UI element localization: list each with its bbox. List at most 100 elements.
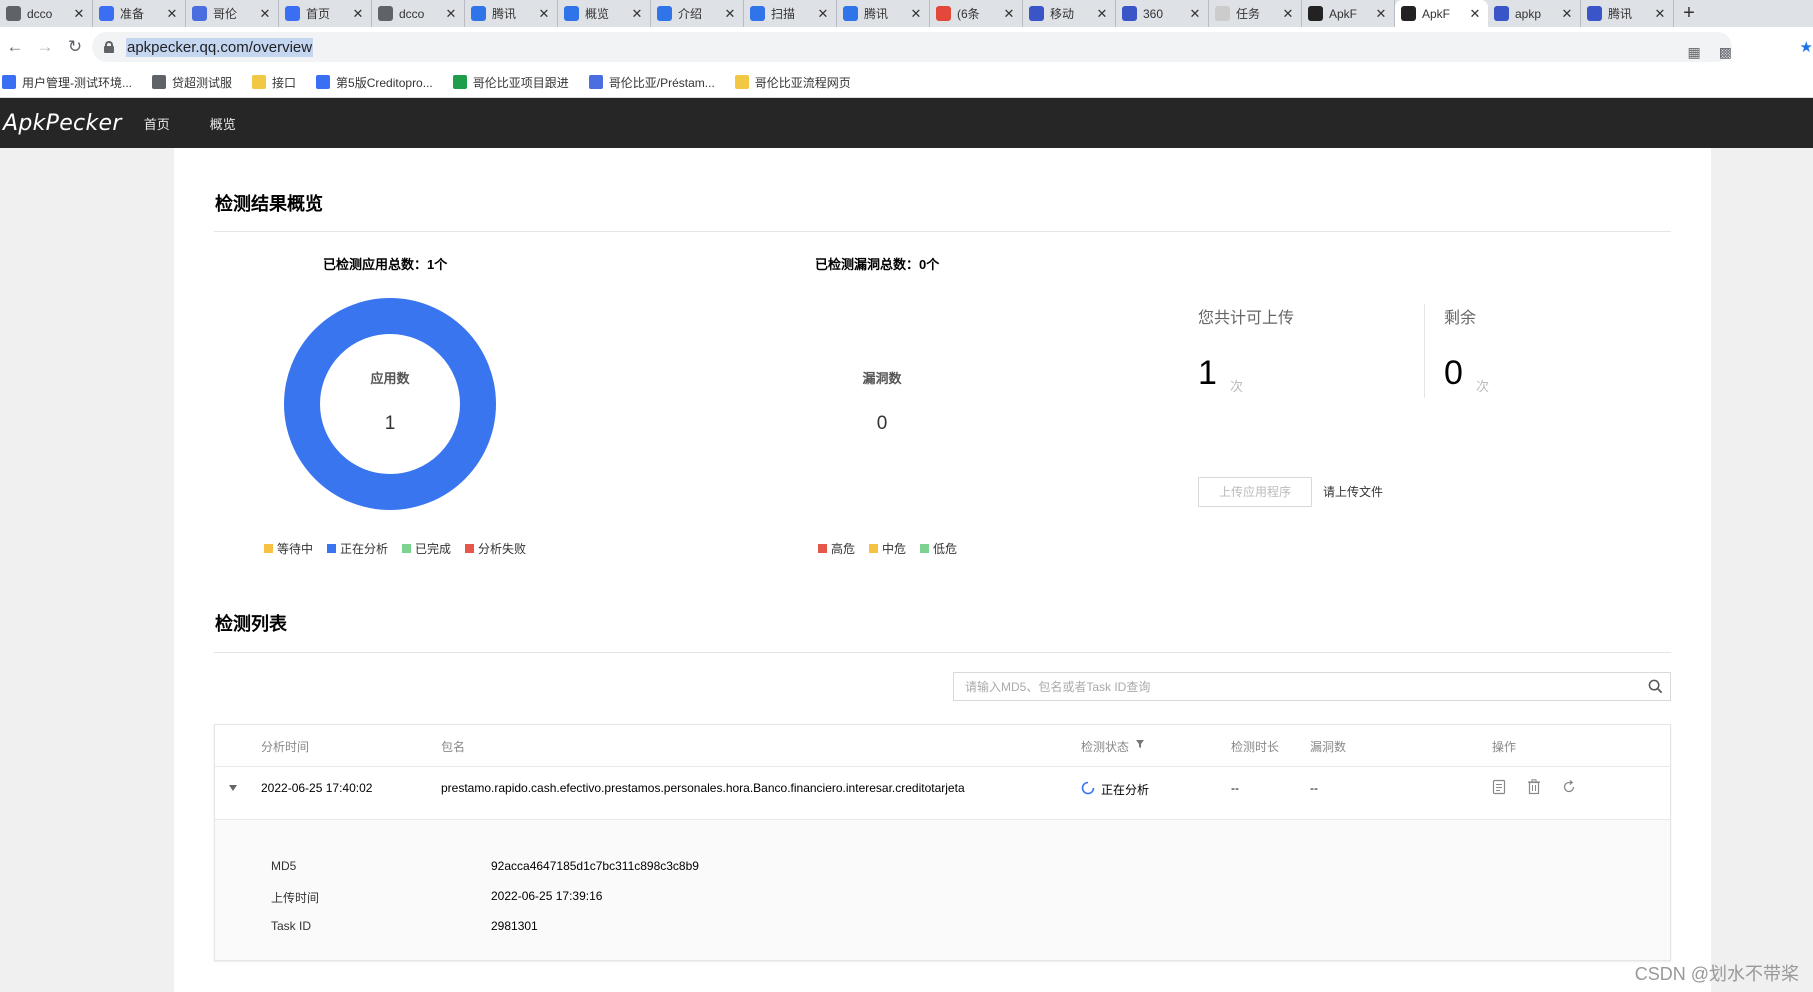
- tab-label: ApkF: [1422, 6, 1451, 21]
- browser-tab[interactable]: 腾讯 ✕: [837, 0, 930, 27]
- report-icon[interactable]: [1492, 779, 1506, 795]
- url-text[interactable]: apkpecker.qq.com/overview: [126, 37, 314, 57]
- apkpecker-logo[interactable]: ApkPecker: [3, 111, 122, 136]
- header-separator: [215, 766, 1670, 767]
- browser-tab[interactable]: 360 ✕: [1116, 0, 1209, 27]
- browser-tab[interactable]: dcco ✕: [372, 0, 465, 27]
- browser-tab[interactable]: ApkF ✕: [1302, 0, 1395, 27]
- browser-tab[interactable]: 腾讯 ✕: [1581, 0, 1674, 27]
- legend-item[interactable]: 已完成: [402, 540, 451, 557]
- legend-item[interactable]: 正在分析: [327, 540, 388, 557]
- upload-time-value: 2022-06-25 17:39:16: [491, 889, 603, 903]
- tab-label: dcco: [399, 6, 425, 21]
- row-detail-panel: [215, 820, 1670, 960]
- close-icon[interactable]: ✕: [909, 6, 923, 22]
- translate-icon[interactable]: ▩: [1719, 44, 1732, 61]
- close-icon[interactable]: ✕: [165, 6, 179, 22]
- quota-label: 您共计可上传: [1198, 310, 1295, 327]
- bookmark-label: 哥伦比亚/Préstam...: [608, 75, 715, 90]
- delete-icon[interactable]: [1527, 779, 1541, 795]
- reload-icon[interactable]: ↻: [60, 37, 90, 57]
- close-icon[interactable]: ✕: [1002, 6, 1016, 22]
- tab-label: 哥伦: [213, 7, 238, 21]
- legend-item[interactable]: 中危: [869, 540, 906, 557]
- search-box[interactable]: [953, 672, 1671, 701]
- browser-tab[interactable]: 概览 ✕: [558, 0, 651, 27]
- browser-toolbar: ← → ↻ apkpecker.qq.com/overview ▦ ▩ ★: [0, 27, 1813, 67]
- browser-tab[interactable]: 准备 ✕: [93, 0, 186, 27]
- close-icon[interactable]: ✕: [351, 6, 365, 22]
- browser-tab[interactable]: ApkF ✕: [1395, 0, 1488, 27]
- browser-tab[interactable]: 介绍 ✕: [651, 0, 744, 27]
- browser-tab[interactable]: 任务 ✕: [1209, 0, 1302, 27]
- legend-label: 已完成: [415, 542, 452, 556]
- bookmark-item[interactable]: 接口: [252, 74, 296, 91]
- close-icon[interactable]: ✕: [1095, 6, 1109, 22]
- close-icon[interactable]: ✕: [537, 6, 551, 22]
- browser-tab[interactable]: (6条 ✕: [930, 0, 1023, 27]
- bookmark-item[interactable]: 哥伦比亚流程网页: [734, 74, 851, 91]
- lock-icon[interactable]: [104, 41, 114, 53]
- bookmark-item[interactable]: 第5版Creditopro...: [316, 74, 433, 91]
- filter-icon[interactable]: [1135, 739, 1145, 749]
- legend-label: 等待中: [277, 542, 314, 556]
- tab-label: 首页: [306, 7, 331, 21]
- browser-tab[interactable]: 移动 ✕: [1023, 0, 1116, 27]
- address-bar[interactable]: apkpecker.qq.com/overview ▦ ▩: [92, 32, 1732, 62]
- bookmark-item[interactable]: 贷超测试服: [152, 74, 232, 91]
- close-icon[interactable]: ✕: [1653, 6, 1667, 22]
- tab-favicon-icon: [471, 6, 486, 21]
- close-icon[interactable]: ✕: [1560, 6, 1574, 22]
- bookmark-item[interactable]: 哥伦比亚项目跟进: [452, 74, 569, 91]
- bookmark-label: 第5版Creditopro...: [336, 75, 433, 90]
- nav-home[interactable]: 首页: [144, 114, 170, 133]
- bookmark-item[interactable]: 哥伦比亚/Préstam...: [588, 74, 715, 91]
- close-icon[interactable]: ✕: [816, 6, 830, 22]
- tab-favicon-icon: [1029, 6, 1044, 21]
- md5-value: 92acca4647185d1c7bc311c898c3c8b9: [491, 859, 699, 873]
- close-icon[interactable]: ✕: [1188, 6, 1202, 22]
- legend-swatch: [818, 544, 827, 553]
- upload-app-button[interactable]: 上传应用程序: [1198, 477, 1312, 507]
- legend-item[interactable]: 低危: [920, 540, 957, 557]
- browser-tab[interactable]: 哥伦 ✕: [186, 0, 279, 27]
- close-icon[interactable]: ✕: [1281, 6, 1295, 22]
- new-tab-button[interactable]: +: [1674, 0, 1704, 27]
- browser-tab[interactable]: 腾讯 ✕: [465, 0, 558, 27]
- close-icon[interactable]: ✕: [258, 6, 272, 22]
- search-icon[interactable]: [1648, 679, 1663, 694]
- search-input[interactable]: [954, 673, 1670, 700]
- row-vulns: --: [1310, 781, 1318, 795]
- tab-label: 腾讯: [864, 7, 889, 21]
- column-header-vulns: 漏洞数: [1310, 740, 1347, 754]
- back-icon[interactable]: ←: [0, 37, 30, 57]
- qr-code-icon[interactable]: ▦: [1688, 44, 1701, 61]
- caret-down-icon[interactable]: [228, 784, 238, 792]
- row-time: 2022-06-25 17:40:02: [261, 781, 373, 795]
- browser-tab[interactable]: 扫描 ✕: [744, 0, 837, 27]
- bookmark-star-icon[interactable]: ★: [1800, 38, 1813, 56]
- legend-item[interactable]: 分析失败: [465, 540, 526, 557]
- refresh-icon[interactable]: [1562, 780, 1576, 794]
- browser-tab[interactable]: 首页 ✕: [279, 0, 372, 27]
- close-icon[interactable]: ✕: [1374, 6, 1388, 22]
- legend-item[interactable]: 等待中: [264, 540, 313, 557]
- remain-unit: 次: [1476, 379, 1490, 394]
- close-icon[interactable]: ✕: [630, 6, 644, 22]
- tab-label: 移动: [1050, 7, 1075, 21]
- tab-label: 扫描: [771, 7, 796, 21]
- close-icon[interactable]: ✕: [444, 6, 458, 22]
- browser-tab[interactable]: apkp ✕: [1488, 0, 1581, 27]
- browser-tab[interactable]: dcco ✕: [0, 0, 93, 27]
- apps-count-value: 1: [384, 413, 396, 434]
- legend-item[interactable]: 高危: [818, 540, 855, 557]
- close-icon[interactable]: ✕: [72, 6, 86, 22]
- close-icon[interactable]: ✕: [723, 6, 737, 22]
- nav-overview[interactable]: 概览: [210, 114, 236, 133]
- forward-icon[interactable]: →: [30, 37, 60, 57]
- upload-hint: 请上传文件: [1323, 485, 1384, 499]
- bookmark-item[interactable]: 用户管理-测试环境...: [2, 74, 132, 91]
- column-header-time[interactable]: 分析时间: [261, 738, 309, 755]
- quota-separator: [1424, 304, 1425, 398]
- close-icon[interactable]: ✕: [1468, 6, 1482, 22]
